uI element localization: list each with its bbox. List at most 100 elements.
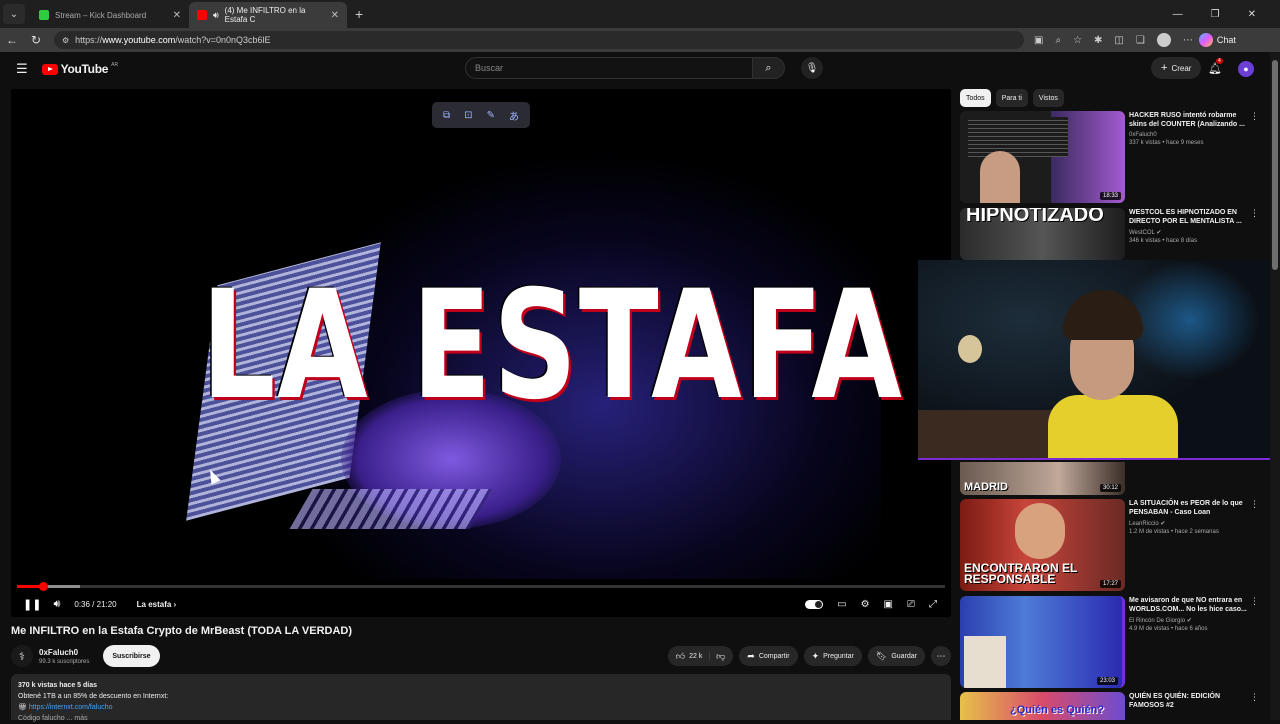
- restore-button[interactable]: ❐: [1211, 9, 1220, 20]
- more-vert-icon[interactable]: ⋮: [1250, 208, 1259, 219]
- player-controls: ❚❚ 🔊︎ 0:36 / 21:20 La estafa › ▭ ⚙ ▣ ⎚ ⤢: [11, 592, 951, 616]
- split-screen-icon[interactable]: ◫: [1114, 35, 1123, 46]
- progress-bar[interactable]: [17, 582, 945, 591]
- recommendation-channel[interactable]: LeanRiccio ✔: [1129, 520, 1249, 527]
- progress-scrubber-handle[interactable]: [38, 582, 48, 591]
- save-button[interactable]: 🔖︎ Guardar: [867, 646, 925, 666]
- chapter-label[interactable]: La estafa ›: [137, 600, 177, 609]
- bookmark-icon: 🔖︎: [875, 650, 888, 661]
- translate-icon[interactable]: あ: [509, 108, 519, 123]
- page-scrollbar-thumb[interactable]: [1272, 60, 1278, 270]
- volume-icon[interactable]: 🔊︎: [53, 598, 60, 611]
- notes-icon[interactable]: ✎: [487, 110, 495, 121]
- recommendation-item[interactable]: 18:33 HACKER RUSO intentó robarme skins …: [960, 111, 1265, 203]
- tab-close-icon[interactable]: ✕: [173, 10, 181, 21]
- url-field[interactable]: ⚙ https://www.youtube.com/watch?v=0n0nQ3…: [54, 31, 1024, 49]
- chip-para-ti[interactable]: Para ti: [995, 89, 1028, 107]
- thumbnail-caption: MADRID: [964, 481, 1008, 493]
- tab-close-icon[interactable]: ✕: [331, 10, 339, 21]
- search-input[interactable]: Buscar: [465, 57, 753, 79]
- video-thumbnail[interactable]: MADRID 30:12: [960, 462, 1125, 495]
- menu-icon[interactable]: ☰: [16, 61, 28, 77]
- more-vert-icon[interactable]: ⋮: [1250, 111, 1259, 122]
- subscribe-button[interactable]: Suscribirse: [103, 645, 160, 667]
- subtitles-icon[interactable]: ▭: [837, 599, 846, 610]
- favorite-star-icon[interactable]: ☆: [1073, 35, 1082, 46]
- more-vert-icon[interactable]: ⋮: [1250, 596, 1259, 607]
- channel-avatar[interactable]: ⚕: [11, 645, 33, 667]
- url-path: /watch?v=0n0nQ3cb6lE: [175, 35, 271, 45]
- recommendation-title[interactable]: Me avisaron de que NO entrara en WORLDS.…: [1129, 596, 1249, 614]
- recommendation-channel[interactable]: El Rincón De Giorgio ✔: [1129, 617, 1249, 624]
- settings-gear-icon[interactable]: ⚙: [861, 599, 870, 610]
- close-window-button[interactable]: ✕: [1248, 9, 1256, 20]
- recommendation-item[interactable]: 23:03 Me avisaron de que NO entrara en W…: [960, 596, 1265, 688]
- video-thumbnail[interactable]: 18:33: [960, 111, 1125, 203]
- miniplayer-icon[interactable]: ▣: [884, 599, 893, 610]
- recommendation-meta: 4.9 M de vistas • hace 6 años: [1129, 626, 1208, 632]
- pip-icon[interactable]: ⧉: [443, 110, 450, 121]
- create-label: Crear: [1171, 63, 1192, 73]
- pause-icon[interactable]: ❚❚: [23, 598, 41, 611]
- channel-name[interactable]: 0xFaluch0: [39, 648, 89, 657]
- chip-todos[interactable]: Todos: [960, 89, 991, 107]
- description-truncated-line: Código falucho ... más: [18, 715, 88, 722]
- ask-button[interactable]: ✦ Preguntar: [803, 646, 862, 666]
- video-player[interactable]: LA ESTAFA ⧉ ⊡ ✎ あ ❚❚ 🔊︎ 0:36 / 21:20 La …: [11, 89, 951, 617]
- tab-list-button[interactable]: ⌄: [3, 4, 25, 24]
- site-info-icon[interactable]: ⚙: [62, 36, 69, 45]
- recommendation-title[interactable]: WESTCOL ES HIPNOTIZADO EN DIRECTO POR EL…: [1129, 208, 1249, 226]
- video-thumbnail[interactable]: ¿Quién es Quién?: [960, 692, 1125, 720]
- more-vert-icon[interactable]: ⋮: [1250, 499, 1259, 510]
- collections-icon[interactable]: ❏: [1136, 35, 1145, 46]
- more-vert-icon[interactable]: ⋮: [1250, 692, 1259, 703]
- extensions-icon[interactable]: ✱: [1094, 35, 1102, 46]
- visual-search-icon[interactable]: ⊡: [464, 110, 472, 121]
- recommendation-item[interactable]: ¿Quién es Quién? QUIÉN ES QUIÉN: EDICIÓN…: [960, 692, 1265, 720]
- recommendation-info: HACKER RUSO intentó robarme skins del CO…: [1129, 111, 1259, 203]
- voice-search-button[interactable]: 🎙︎: [801, 57, 823, 79]
- zoom-icon[interactable]: ⌕: [1055, 35, 1061, 46]
- video-thumbnail[interactable]: HIPNOTIZADO: [960, 208, 1125, 260]
- recommendation-channel[interactable]: WestCOL ✔: [1129, 229, 1249, 236]
- recommendation-item[interactable]: MADRID 30:12: [960, 462, 1265, 495]
- search-button[interactable]: ⌕: [753, 57, 785, 79]
- new-tab-button[interactable]: +: [355, 6, 363, 22]
- more-actions-button[interactable]: ⋯: [931, 646, 951, 666]
- fullscreen-icon[interactable]: ⤢: [929, 599, 937, 610]
- more-menu-icon[interactable]: ⋯: [1183, 35, 1193, 46]
- share-label: Compartir: [758, 652, 790, 660]
- create-button[interactable]: + Crear: [1151, 57, 1202, 79]
- recommendation-channel[interactable]: 0xFaluch0: [1129, 132, 1249, 138]
- recommendation-title[interactable]: QUIÉN ES QUIÉN: EDICIÓN FAMOSOS #2: [1129, 692, 1249, 710]
- chip-vistos[interactable]: Vistos: [1032, 89, 1064, 107]
- autoplay-toggle[interactable]: [805, 599, 824, 609]
- recommendation-title[interactable]: HACKER RUSO intentó robarme skins del CO…: [1129, 111, 1249, 129]
- reload-button[interactable]: ↻: [24, 33, 48, 47]
- like-button[interactable]: 👍︎ 22 k | 👎︎: [667, 646, 734, 666]
- ask-label: Preguntar: [823, 652, 854, 660]
- speaker-icon[interactable]: 🔊︎: [213, 10, 219, 21]
- video-thumbnail[interactable]: ENCONTRARON EL RESPONSABLE 17:27: [960, 499, 1125, 591]
- profile-avatar[interactable]: [1156, 33, 1171, 47]
- copilot-chat-button[interactable]: Chat: [1198, 33, 1236, 47]
- video-thumbnail[interactable]: 23:03: [960, 596, 1125, 688]
- recommendation-item[interactable]: ENCONTRARON EL RESPONSABLE 17:27 LA SITU…: [960, 499, 1265, 591]
- verified-icon: ✔: [1156, 230, 1162, 236]
- cast-icon[interactable]: ⎚: [907, 599, 915, 610]
- back-button[interactable]: ←: [0, 33, 24, 47]
- recommendation-title[interactable]: LA SITUACIÓN es PEOR de lo que PENSABAN …: [1129, 499, 1249, 517]
- related-filter-chips: Todos Para ti Vistos: [960, 89, 1064, 107]
- share-button[interactable]: ➦ Compartir: [739, 646, 798, 666]
- app-icon[interactable]: ▣: [1034, 35, 1043, 46]
- thumbs-down-icon[interactable]: 👎︎: [716, 651, 725, 662]
- minimize-button[interactable]: —: [1173, 9, 1183, 20]
- tab-youtube-video[interactable]: 🔊︎ (4) Me INFILTRO en la Estafa C ✕: [189, 2, 347, 28]
- youtube-logo[interactable]: YouTube AR: [41, 62, 118, 76]
- description-link[interactable]: https://internxt.com/falucho: [29, 704, 113, 711]
- description-box[interactable]: 370 k vistas hace 5 días Obtené 1TB a un…: [11, 674, 951, 722]
- video-duration: 23:03: [1096, 677, 1118, 685]
- account-avatar[interactable]: ●: [1238, 61, 1254, 77]
- recommendation-item[interactable]: HIPNOTIZADO WESTCOL ES HIPNOTIZADO EN DI…: [960, 208, 1265, 260]
- tab-kick-dashboard[interactable]: Stream – Kick Dashboard ✕: [31, 2, 189, 28]
